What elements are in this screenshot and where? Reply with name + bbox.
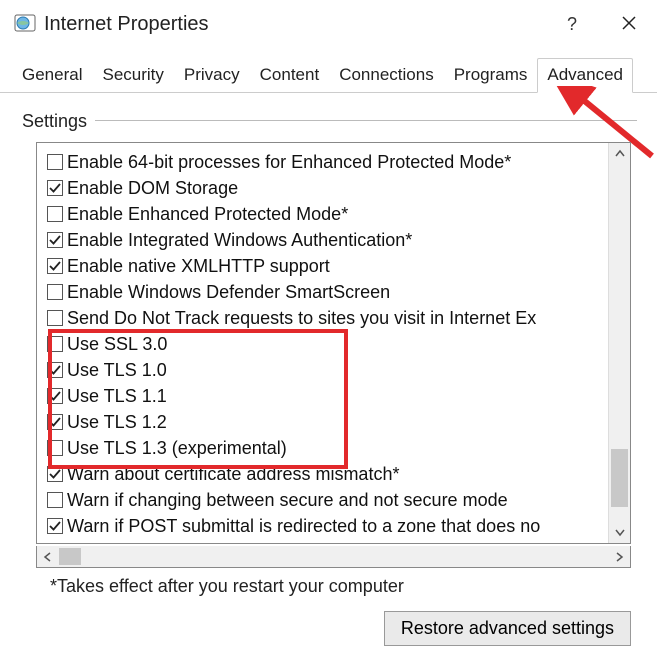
- setting-row[interactable]: Enable 64-bit processes for Enhanced Pro…: [47, 149, 608, 175]
- setting-label: Enable 64-bit processes for Enhanced Pro…: [67, 152, 511, 173]
- checkbox-checked-icon[interactable]: [47, 258, 63, 274]
- scrollbar-horizontal[interactable]: [36, 546, 631, 568]
- checkbox-checked-icon[interactable]: [47, 388, 63, 404]
- setting-label: Enable native XMLHTTP support: [67, 256, 330, 277]
- setting-row[interactable]: Enable DOM Storage: [47, 175, 608, 201]
- checkbox-checked-icon[interactable]: [47, 362, 63, 378]
- checkbox-unchecked-icon[interactable]: [47, 310, 63, 326]
- scroll-right-button[interactable]: [608, 546, 630, 567]
- scrollbar-thumb-vertical[interactable]: [611, 449, 628, 507]
- setting-label: Warn if POST submittal is redirected to …: [67, 516, 540, 537]
- checkbox-checked-icon[interactable]: [47, 518, 63, 534]
- restart-footnote: *Takes effect after you restart your com…: [50, 576, 657, 597]
- checkbox-checked-icon[interactable]: [47, 414, 63, 430]
- scrollbar-thumb-horizontal[interactable]: [59, 548, 81, 565]
- tab-privacy[interactable]: Privacy: [174, 58, 250, 93]
- setting-label: Warn about certificate address mismatch*: [67, 464, 399, 485]
- setting-label: Enable Integrated Windows Authentication…: [67, 230, 412, 251]
- settings-group: Settings: [22, 111, 637, 132]
- setting-row[interactable]: Warn if changing between secure and not …: [47, 487, 608, 513]
- setting-row[interactable]: Use TLS 1.2: [47, 409, 608, 435]
- checkbox-checked-icon[interactable]: [47, 466, 63, 482]
- settings-group-label: Settings: [22, 111, 95, 132]
- checkbox-checked-icon[interactable]: [47, 180, 63, 196]
- checkbox-unchecked-icon[interactable]: [47, 492, 63, 508]
- scrollbar-h-track[interactable]: [59, 546, 608, 567]
- checkbox-unchecked-icon[interactable]: [47, 440, 63, 456]
- group-divider: [95, 120, 637, 121]
- help-button[interactable]: ?: [567, 14, 577, 35]
- checkbox-unchecked-icon[interactable]: [47, 154, 63, 170]
- tab-content[interactable]: Content: [250, 58, 330, 93]
- setting-label: Warn if changing between secure and not …: [67, 490, 508, 511]
- setting-label: Send Do Not Track requests to sites you …: [67, 308, 536, 329]
- checkbox-unchecked-icon[interactable]: [47, 284, 63, 300]
- tab-general[interactable]: General: [12, 58, 92, 93]
- checkbox-unchecked-icon[interactable]: [47, 336, 63, 352]
- scroll-up-button[interactable]: [609, 143, 630, 165]
- settings-scroll-area[interactable]: Enable 64-bit processes for Enhanced Pro…: [37, 143, 608, 543]
- setting-row[interactable]: Use TLS 1.1: [47, 383, 608, 409]
- setting-row[interactable]: Use SSL 3.0: [47, 331, 608, 357]
- setting-row[interactable]: Send Do Not Track requests to sites you …: [47, 305, 608, 331]
- setting-label: Use SSL 3.0: [67, 334, 167, 355]
- restore-advanced-button[interactable]: Restore advanced settings: [384, 611, 631, 646]
- checkbox-checked-icon[interactable]: [47, 232, 63, 248]
- tab-advanced[interactable]: Advanced: [537, 58, 633, 93]
- setting-label: Enable DOM Storage: [67, 178, 238, 199]
- setting-label: Enable Enhanced Protected Mode*: [67, 204, 348, 225]
- setting-label: Use TLS 1.0: [67, 360, 167, 381]
- scrollbar-vertical[interactable]: [608, 143, 630, 543]
- setting-row[interactable]: Warn about certificate address mismatch*: [47, 461, 608, 487]
- checkbox-unchecked-icon[interactable]: [47, 206, 63, 222]
- setting-row[interactable]: Use TLS 1.0: [47, 357, 608, 383]
- tab-security[interactable]: Security: [92, 58, 173, 93]
- internet-options-icon: [14, 13, 36, 35]
- settings-listbox: Enable 64-bit processes for Enhanced Pro…: [36, 142, 631, 544]
- setting-row[interactable]: Enable Integrated Windows Authentication…: [47, 227, 608, 253]
- setting-label: Use TLS 1.1: [67, 386, 167, 407]
- scroll-down-button[interactable]: [609, 521, 630, 543]
- setting-label: Use TLS 1.2: [67, 412, 167, 433]
- window-title: Internet Properties: [44, 13, 567, 36]
- tab-bar: GeneralSecurityPrivacyContentConnections…: [0, 58, 657, 93]
- close-button[interactable]: [615, 11, 643, 37]
- setting-row[interactable]: Enable native XMLHTTP support: [47, 253, 608, 279]
- tab-programs[interactable]: Programs: [444, 58, 538, 93]
- setting-row[interactable]: Use TLS 1.3 (experimental): [47, 435, 608, 461]
- titlebar: Internet Properties ?: [0, 0, 657, 44]
- setting-row[interactable]: Warn if POST submittal is redirected to …: [47, 513, 608, 539]
- setting-row[interactable]: Enable Windows Defender SmartScreen: [47, 279, 608, 305]
- setting-label: Enable Windows Defender SmartScreen: [67, 282, 390, 303]
- scroll-left-button[interactable]: [37, 546, 59, 567]
- tab-connections[interactable]: Connections: [329, 58, 444, 93]
- setting-label: Use TLS 1.3 (experimental): [67, 438, 287, 459]
- setting-row[interactable]: Enable Enhanced Protected Mode*: [47, 201, 608, 227]
